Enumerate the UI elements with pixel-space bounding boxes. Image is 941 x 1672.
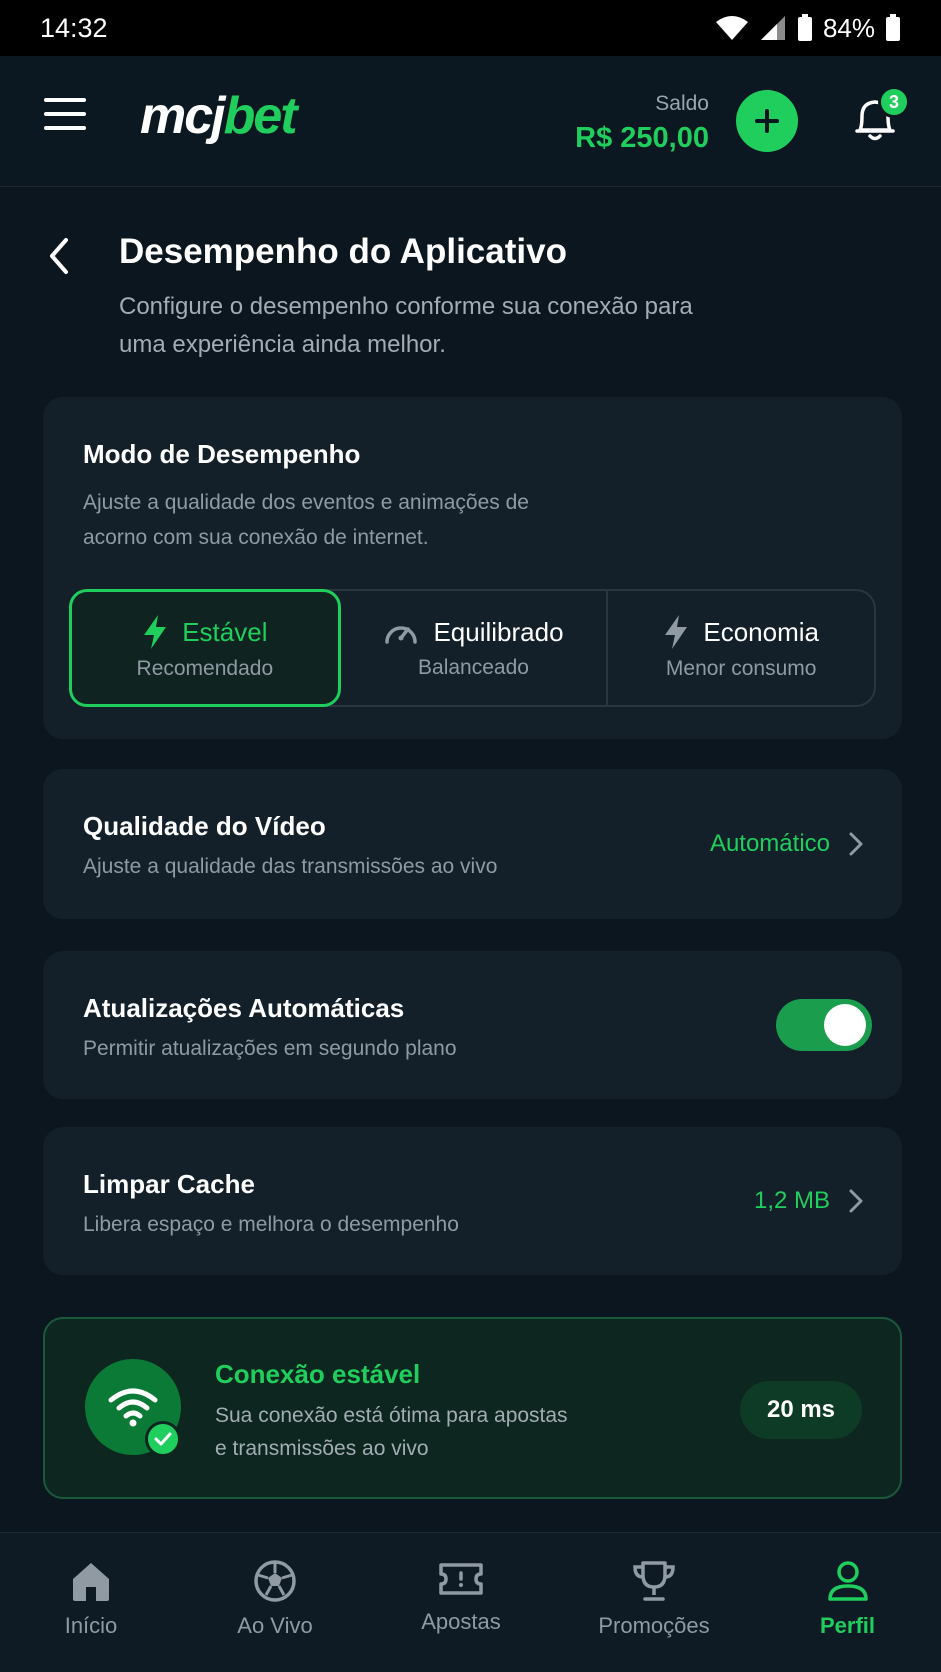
add-funds-button[interactable] — [736, 90, 798, 152]
hamburger-menu-icon[interactable] — [44, 98, 88, 134]
video-quality-value: Automático — [709, 830, 830, 857]
user-icon — [827, 1561, 868, 1601]
clear-cache-title: Limpar Cache — [83, 1169, 255, 1199]
nav-label: Ao Vivo — [237, 1613, 313, 1638]
home-icon — [73, 1563, 109, 1601]
app-header: mcjbet Saldo R$ 250,00 3 — [0, 56, 941, 187]
mode-option-label: Equilibrado — [433, 616, 564, 647]
video-quality-row[interactable]: Qualidade do Vídeo Ajuste a qualidade da… — [43, 769, 902, 919]
status-bar: 14:32 84% — [0, 0, 941, 56]
connection-description: Sua conexão está ótima para apostas e tr… — [215, 1404, 568, 1460]
notification-badge: 3 — [878, 86, 910, 118]
mode-option-label: Economia — [703, 616, 819, 647]
nav-item-perfil[interactable]: Perfil — [754, 1533, 941, 1672]
connection-title: Conexão estável — [215, 1359, 421, 1389]
video-quality-title: Qualidade do Vídeo — [83, 811, 326, 841]
clear-cache-row[interactable]: Limpar Cache Libera espaço e melhora o d… — [43, 1127, 902, 1275]
chevron-right-icon — [849, 1189, 863, 1213]
page-subtitle: Configure o desempenho conforme sua cone… — [119, 293, 693, 358]
bottom-navigation: Início Ao Vivo Apostas Promoções Perfil — [0, 1532, 941, 1672]
mode-option-sub: Balanceado — [418, 655, 529, 679]
auto-updates-toggle[interactable] — [776, 999, 872, 1051]
speedometer-icon — [385, 626, 418, 644]
battery-icon — [797, 14, 812, 41]
battery-icon-secondary — [886, 14, 900, 41]
page-title: Desempenho do Aplicativo — [119, 232, 567, 271]
performance-mode-description: Ajuste a qualidade dos eventos e animaçõ… — [83, 491, 529, 549]
status-icons: 84% — [715, 13, 901, 44]
app-logo[interactable]: mcjbet — [140, 86, 298, 146]
logo-text-mcj: mcj — [140, 87, 226, 145]
clear-cache-description: Libera espaço e melhora o desempenho — [83, 1213, 459, 1236]
wifi-icon — [108, 1388, 158, 1427]
video-quality-description: Ajuste a qualidade das transmissões ao v… — [83, 855, 498, 878]
chevron-right-icon — [849, 832, 863, 856]
performance-mode-selector: Estável Recomendado Equilibrado Balancea… — [69, 589, 876, 707]
check-icon — [145, 1421, 181, 1457]
logo-text-bet: bet — [223, 87, 298, 145]
bolt-icon — [665, 615, 688, 649]
nav-label: Início — [64, 1613, 118, 1638]
ping-badge: 20 ms — [740, 1381, 862, 1439]
nav-item-inicio[interactable]: Início — [0, 1533, 182, 1672]
ticket-icon — [439, 1563, 483, 1595]
nav-label: Perfil — [819, 1613, 876, 1638]
cache-size-value: 1,2 MB — [753, 1187, 830, 1214]
nav-item-apostas[interactable]: Apostas — [368, 1533, 554, 1672]
mode-option-estavel[interactable]: Estável Recomendado — [69, 589, 341, 707]
battery-percent: 84% — [822, 12, 875, 43]
nav-item-promocoes[interactable]: Promoções — [554, 1533, 754, 1672]
auto-updates-title: Atualizações Automáticas — [83, 993, 405, 1023]
status-time: 14:32 — [40, 12, 108, 43]
trophy-icon — [633, 1561, 675, 1601]
bolt-icon — [144, 615, 167, 649]
balance-label: Saldo — [655, 92, 709, 115]
mode-option-economia[interactable]: Economia Menor consumo — [606, 591, 874, 705]
balance-value: R$ 250,00 — [575, 122, 709, 154]
nav-label: Promoções — [598, 1613, 710, 1638]
auto-updates-row: Atualizações Automáticas Permitir atuali… — [43, 951, 902, 1099]
connection-status-card: Conexão estável Sua conexão está ótima p… — [43, 1317, 902, 1499]
performance-mode-title: Modo de Desempenho — [83, 439, 361, 469]
mode-option-sub: Recomendado — [136, 657, 274, 680]
wifi-status-icon — [715, 16, 748, 40]
soccer-ball-icon — [254, 1560, 296, 1602]
mode-option-label: Estável — [182, 616, 268, 647]
toggle-knob — [824, 1004, 866, 1046]
mode-option-sub: Menor consumo — [665, 657, 817, 680]
nav-label: Apostas — [421, 1609, 501, 1634]
mode-option-equilibrado[interactable]: Equilibrado Balanceado — [341, 591, 607, 705]
plus-icon — [755, 109, 779, 133]
auto-updates-description: Permitir atualizações em segundo plano — [83, 1037, 457, 1060]
back-arrow-icon[interactable] — [44, 236, 74, 276]
nav-item-ao-vivo[interactable]: Ao Vivo — [182, 1533, 368, 1672]
performance-mode-card: Modo de Desempenho Ajuste a qualidade do… — [43, 397, 902, 739]
signal-icon — [760, 16, 785, 40]
